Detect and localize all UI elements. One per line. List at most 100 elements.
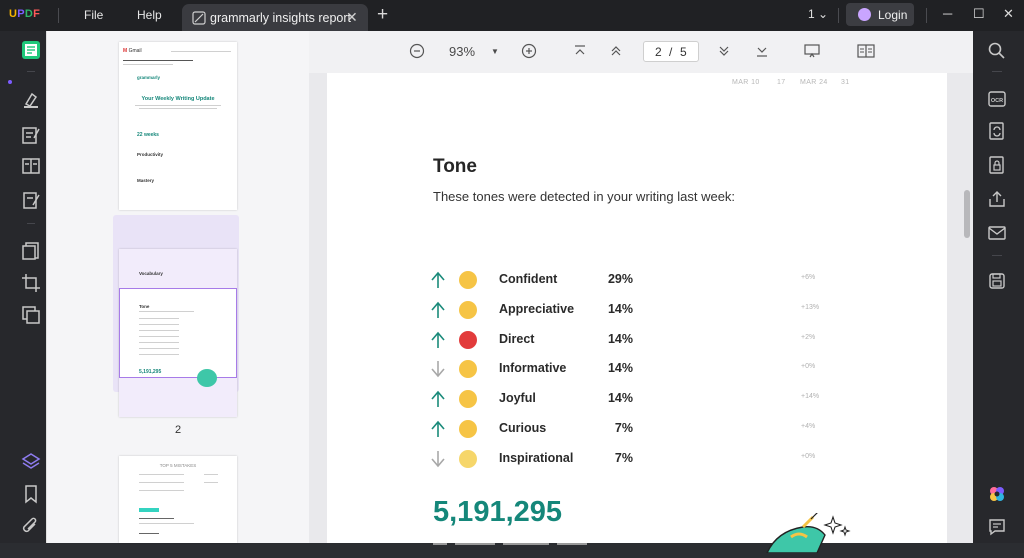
tone-name: Inspirational	[499, 450, 574, 465]
save-icon[interactable]	[987, 271, 1007, 291]
close-tab-icon[interactable]: ✕	[346, 9, 358, 26]
section-subtitle: These tones were detected in your writin…	[433, 189, 736, 204]
current-page: 2	[655, 45, 662, 59]
layers-icon[interactable]	[21, 451, 41, 471]
nerd-face-icon	[459, 360, 477, 379]
presentation-icon[interactable]	[804, 44, 820, 61]
organize-pages-icon[interactable]	[21, 241, 41, 261]
window-count-dropdown[interactable]: 1 ⌄	[808, 7, 828, 21]
page-thumbnail-3[interactable]: TOP 5 MISTAKES	[119, 456, 237, 543]
form-icon[interactable]	[21, 156, 41, 176]
thumb-line	[139, 474, 184, 475]
minimize-icon[interactable]: ─	[943, 6, 952, 21]
left-toolbar	[0, 31, 46, 543]
share-icon[interactable]	[987, 189, 1007, 209]
thumb-line	[139, 324, 179, 325]
thumb-line	[139, 108, 217, 109]
app-logo: UPDF	[9, 8, 41, 20]
login-button[interactable]: Login	[846, 3, 914, 26]
convert-icon[interactable]	[987, 121, 1007, 141]
tone-name: Appreciative	[499, 301, 575, 316]
fill-sign-icon[interactable]	[21, 190, 41, 210]
close-window-icon[interactable]: ✕	[1003, 6, 1014, 22]
document-tab[interactable]: grammarly insights report ✕	[182, 4, 368, 31]
trend-up-icon	[431, 271, 445, 289]
zoom-in-icon[interactable]	[521, 43, 537, 62]
menu-help[interactable]: Help	[137, 8, 162, 22]
bookmark-icon[interactable]	[21, 484, 41, 504]
view-toolbar: 93% ▼ 2 / 5	[309, 31, 973, 73]
next-page-icon[interactable]	[717, 44, 731, 61]
unicorn-icon	[197, 369, 217, 387]
ocr-icon[interactable]: OCR	[987, 89, 1007, 109]
unicorn-illustration	[747, 510, 867, 554]
thumb-line	[123, 60, 193, 61]
tone-change: +4%	[801, 423, 816, 430]
page-tools-icon[interactable]	[21, 305, 41, 325]
thumb-heading: TOP 5 MISTAKES	[159, 463, 197, 468]
thumb-line	[139, 482, 184, 483]
email-icon[interactable]	[987, 223, 1007, 243]
chevron-down-icon: ⌄	[818, 7, 829, 21]
thumb-heading: Vocabulary	[139, 271, 163, 276]
page-number-2: 2	[175, 424, 182, 436]
new-tab-button[interactable]: +	[377, 4, 388, 26]
viewport-indicator	[119, 288, 237, 378]
page-number-input[interactable]: 2 / 5	[643, 41, 699, 62]
axis-label: MAR 24	[800, 79, 828, 86]
maximize-icon[interactable]: ☐	[973, 6, 985, 22]
protect-icon[interactable]	[987, 155, 1007, 175]
attachment-icon[interactable]	[21, 517, 41, 537]
tone-name: Joyful	[499, 391, 536, 406]
tone-percent: 7%	[614, 450, 633, 465]
ai-assistant-icon[interactable]	[987, 484, 1007, 504]
zoom-level[interactable]: 93%	[449, 44, 475, 59]
trend-up-icon	[431, 331, 445, 349]
divider	[992, 255, 1002, 256]
tone-name: Informative	[499, 361, 567, 376]
comment-icon[interactable]	[987, 517, 1007, 537]
smiling-face-icon	[459, 390, 477, 409]
tone-change: +0%	[801, 363, 816, 371]
thumb-heading: Your Weekly Writing Update	[141, 96, 215, 102]
page-separator: /	[669, 45, 673, 59]
tone-row: Joyful 14% +14%	[431, 387, 851, 417]
previous-page-icon[interactable]	[609, 44, 623, 61]
thumb-line	[139, 336, 179, 337]
active-indicator	[8, 80, 12, 84]
tone-name: Direct	[499, 331, 535, 346]
zoom-dropdown-icon[interactable]: ▼	[491, 47, 499, 56]
thumb-line	[139, 533, 159, 534]
crop-icon[interactable]	[21, 273, 41, 293]
thinking-face-icon	[459, 420, 477, 438]
page-thumbnail-1[interactable]: M Gmail grammarly Your Weekly Writing Up…	[119, 42, 237, 210]
pdf-page: MAR 10 17 MAR 24 31 Tone These tones wer…	[327, 73, 947, 554]
reader-mode-icon[interactable]	[21, 40, 41, 60]
thumb-brand: M Gmail	[123, 48, 142, 54]
trend-down-icon	[431, 450, 445, 468]
trend-up-icon	[431, 420, 445, 438]
page-thumbnail-2[interactable]: Vocabulary Tone 5,191,295	[119, 249, 237, 417]
tone-name: Curious	[499, 421, 547, 435]
tone-row: Curious 7% +4%	[431, 417, 851, 447]
highlighter-icon[interactable]	[21, 90, 41, 110]
thumb-bignum: 5,191,295	[139, 369, 162, 375]
edit-pdf-icon[interactable]	[21, 125, 41, 145]
first-page-icon[interactable]	[573, 44, 587, 61]
thumb-section: Productivity	[137, 152, 164, 157]
handshake-icon	[459, 271, 477, 289]
vertical-scrollbar[interactable]	[964, 190, 970, 238]
zoom-out-icon[interactable]	[409, 43, 425, 62]
page-display-icon[interactable]	[857, 44, 875, 61]
tone-row: Direct 14% +2%	[431, 328, 851, 358]
search-icon[interactable]	[987, 41, 1007, 61]
last-page-icon[interactable]	[755, 44, 769, 61]
thumb-line	[204, 474, 218, 475]
svg-text:OCR: OCR	[991, 98, 1003, 104]
tone-row: Appreciative 14% +13%	[431, 298, 851, 328]
trend-down-icon	[431, 360, 445, 378]
menu-file[interactable]: File	[84, 8, 103, 22]
tone-change: +0%	[801, 452, 816, 460]
document-viewer: 93% ▼ 2 / 5 MAR 10 17 MAR 24 31 Tone The…	[309, 31, 973, 554]
thumb-line	[204, 482, 218, 483]
